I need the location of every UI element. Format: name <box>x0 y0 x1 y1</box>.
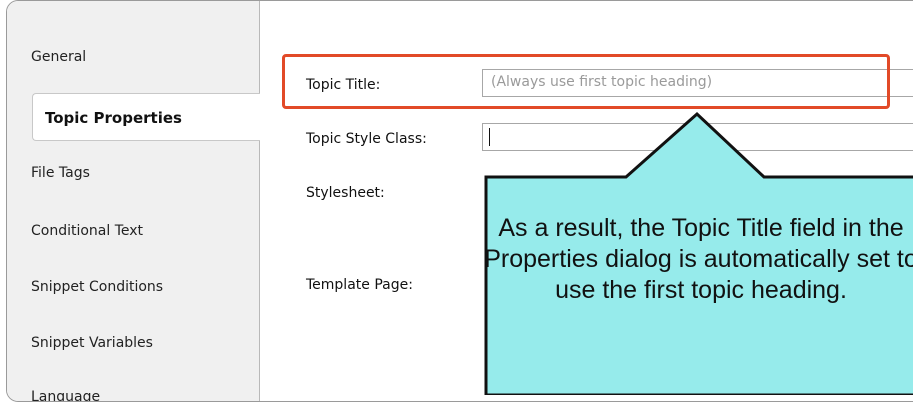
callout-bubble <box>484 111 913 395</box>
callout-text: As a result, the Topic Title field in th… <box>484 214 913 304</box>
